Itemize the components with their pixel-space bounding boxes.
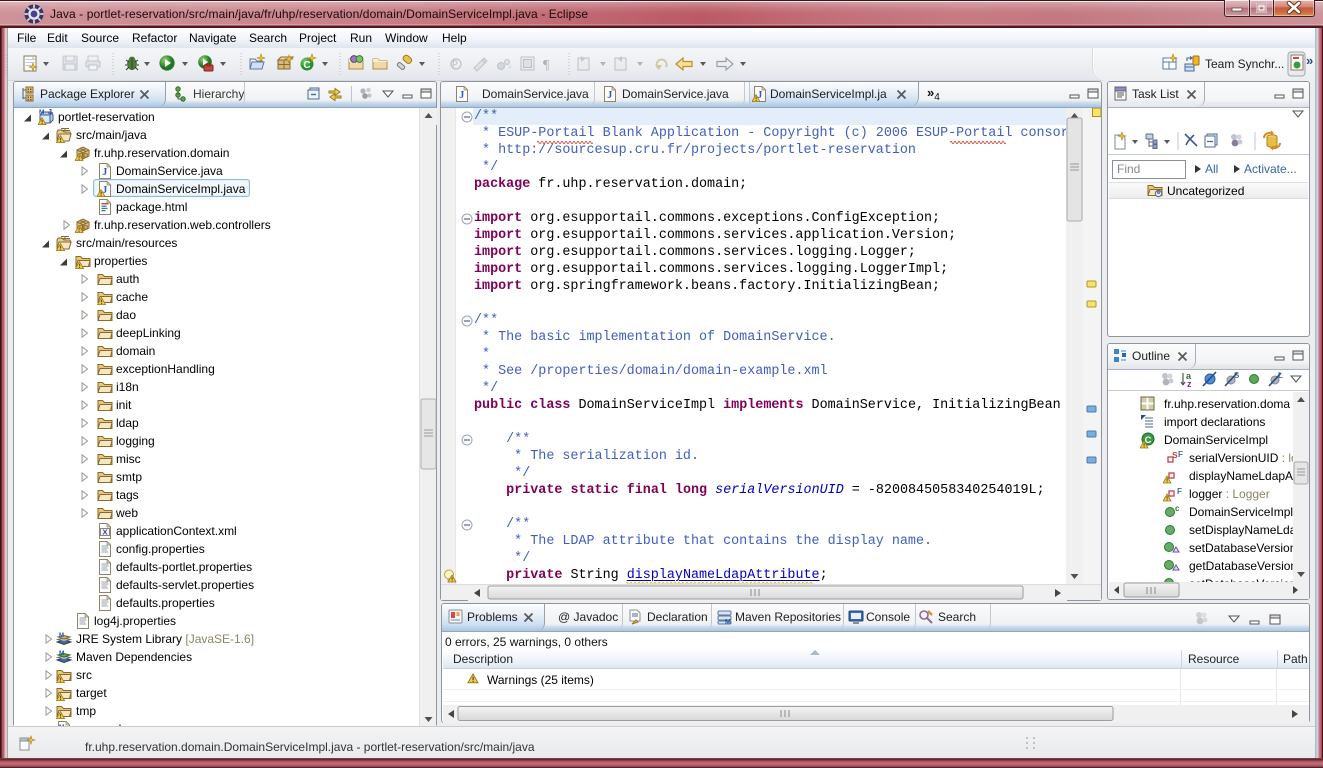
svg-text:Team Synchr...: Team Synchr... xyxy=(1205,57,1284,71)
svg-text:M: M xyxy=(725,619,731,625)
svg-text:C: C xyxy=(303,60,310,71)
svg-text:z: z xyxy=(1187,379,1192,389)
svg-text:¶: ¶ xyxy=(543,58,550,73)
svg-text:»: » xyxy=(1306,53,1313,68)
svg-text:P: P xyxy=(452,59,458,69)
